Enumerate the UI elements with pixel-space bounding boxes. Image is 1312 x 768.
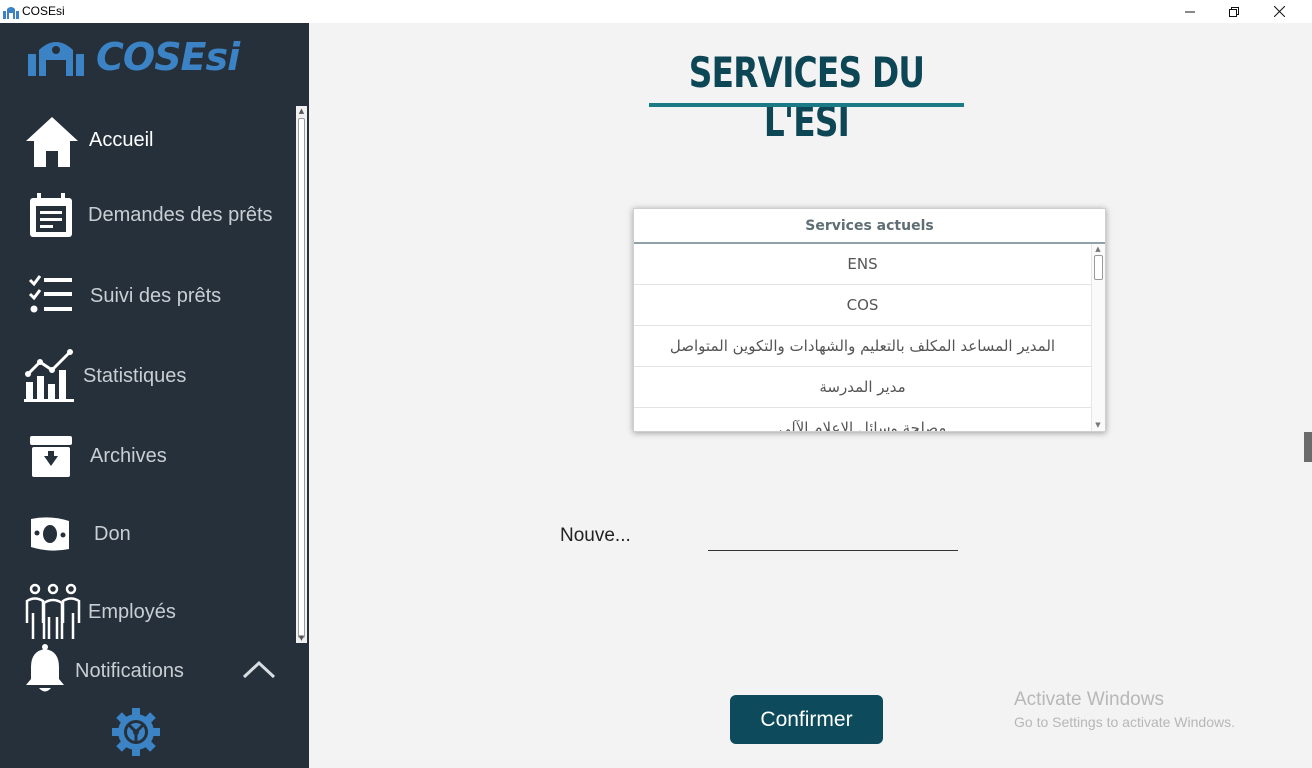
table-row[interactable]: مصلحة وسائل الإعلام الآلي [634, 408, 1091, 431]
sidebar-scroll-down-icon[interactable]: ▼ [296, 633, 307, 643]
calendar-icon [30, 193, 72, 237]
sidebar-item-demandes[interactable]: Demandes des prêts [0, 188, 294, 248]
minimize-button[interactable] [1167, 0, 1213, 23]
logo-text: COSEsi [96, 35, 240, 79]
sidebar-logo: COSEsi [28, 35, 240, 79]
sidebar-item-label: Employés [88, 601, 176, 623]
window-scroll-indicator [1304, 432, 1312, 462]
sidebar-item-suivi[interactable]: Suivi des prêts [0, 268, 294, 328]
sidebar: COSEsi Accueil Demandes des prêts Suivi … [0, 23, 309, 768]
people-icon [25, 583, 81, 639]
table-row[interactable]: مدير المدرسة [634, 367, 1091, 408]
chevron-up-icon[interactable] [242, 659, 276, 679]
title-underline [649, 103, 964, 107]
sidebar-item-label: Accueil [89, 129, 154, 151]
archive-icon [30, 436, 72, 477]
table-scroll-thumb[interactable] [1094, 255, 1103, 280]
gear-icon[interactable] [111, 707, 161, 757]
table-row[interactable]: ENS [634, 244, 1091, 285]
checklist-icon [28, 275, 72, 313]
sidebar-item-label: Notifications [75, 660, 184, 682]
sidebar-item-notifications[interactable]: Notifications [0, 643, 294, 703]
chart-icon [24, 349, 74, 402]
table-row[interactable]: COS [634, 285, 1091, 326]
window-title: COSEsi [22, 4, 65, 18]
sidebar-item-archives[interactable]: Archives [0, 428, 294, 488]
app-logo-icon [3, 4, 19, 23]
window-titlebar: COSEsi [0, 0, 1312, 23]
sidebar-scroll-thumb[interactable] [298, 118, 305, 638]
logo-building-icon [28, 42, 84, 76]
sidebar-item-label: Don [94, 523, 131, 545]
sidebar-item-label: Suivi des prêts [90, 285, 222, 307]
sidebar-item-employes[interactable]: Employés [0, 583, 294, 643]
sidebar-item-label: Statistiques [83, 365, 187, 387]
sidebar-item-don[interactable]: Don [0, 507, 294, 567]
table-scroll-up-icon[interactable]: ▲ [1091, 244, 1105, 254]
activation-watermark-title: Activate Windows [1014, 689, 1164, 710]
close-button[interactable] [1256, 0, 1302, 23]
sidebar-item-label: Archives [90, 445, 167, 467]
table-row[interactable]: المدير المساعد المكلف بالتعليم والشهادات… [634, 326, 1091, 367]
table-scroll-down-icon[interactable]: ▼ [1091, 420, 1105, 430]
confirm-button[interactable]: Confirmer [730, 695, 883, 744]
money-icon [31, 517, 69, 551]
services-table: Services actuels ENS COS المدير المساعد … [633, 208, 1106, 432]
bell-icon [26, 644, 64, 692]
sidebar-item-label: Demandes des prêts [88, 204, 273, 226]
sidebar-item-accueil[interactable]: Accueil [0, 111, 294, 171]
activation-watermark-subtitle: Go to Settings to activate Windows. [1014, 714, 1235, 730]
page-title: SERVICES DU L'ESI [688, 48, 925, 146]
home-icon [26, 117, 78, 167]
table-header-services[interactable]: Services actuels [634, 209, 1105, 244]
sidebar-scroll-up-icon[interactable]: ▲ [296, 106, 307, 116]
sidebar-item-statistiques[interactable]: Statistiques [0, 348, 294, 408]
new-service-input[interactable] [708, 520, 958, 551]
restore-button[interactable] [1211, 0, 1257, 23]
new-service-label: Nouve... [560, 525, 631, 546]
